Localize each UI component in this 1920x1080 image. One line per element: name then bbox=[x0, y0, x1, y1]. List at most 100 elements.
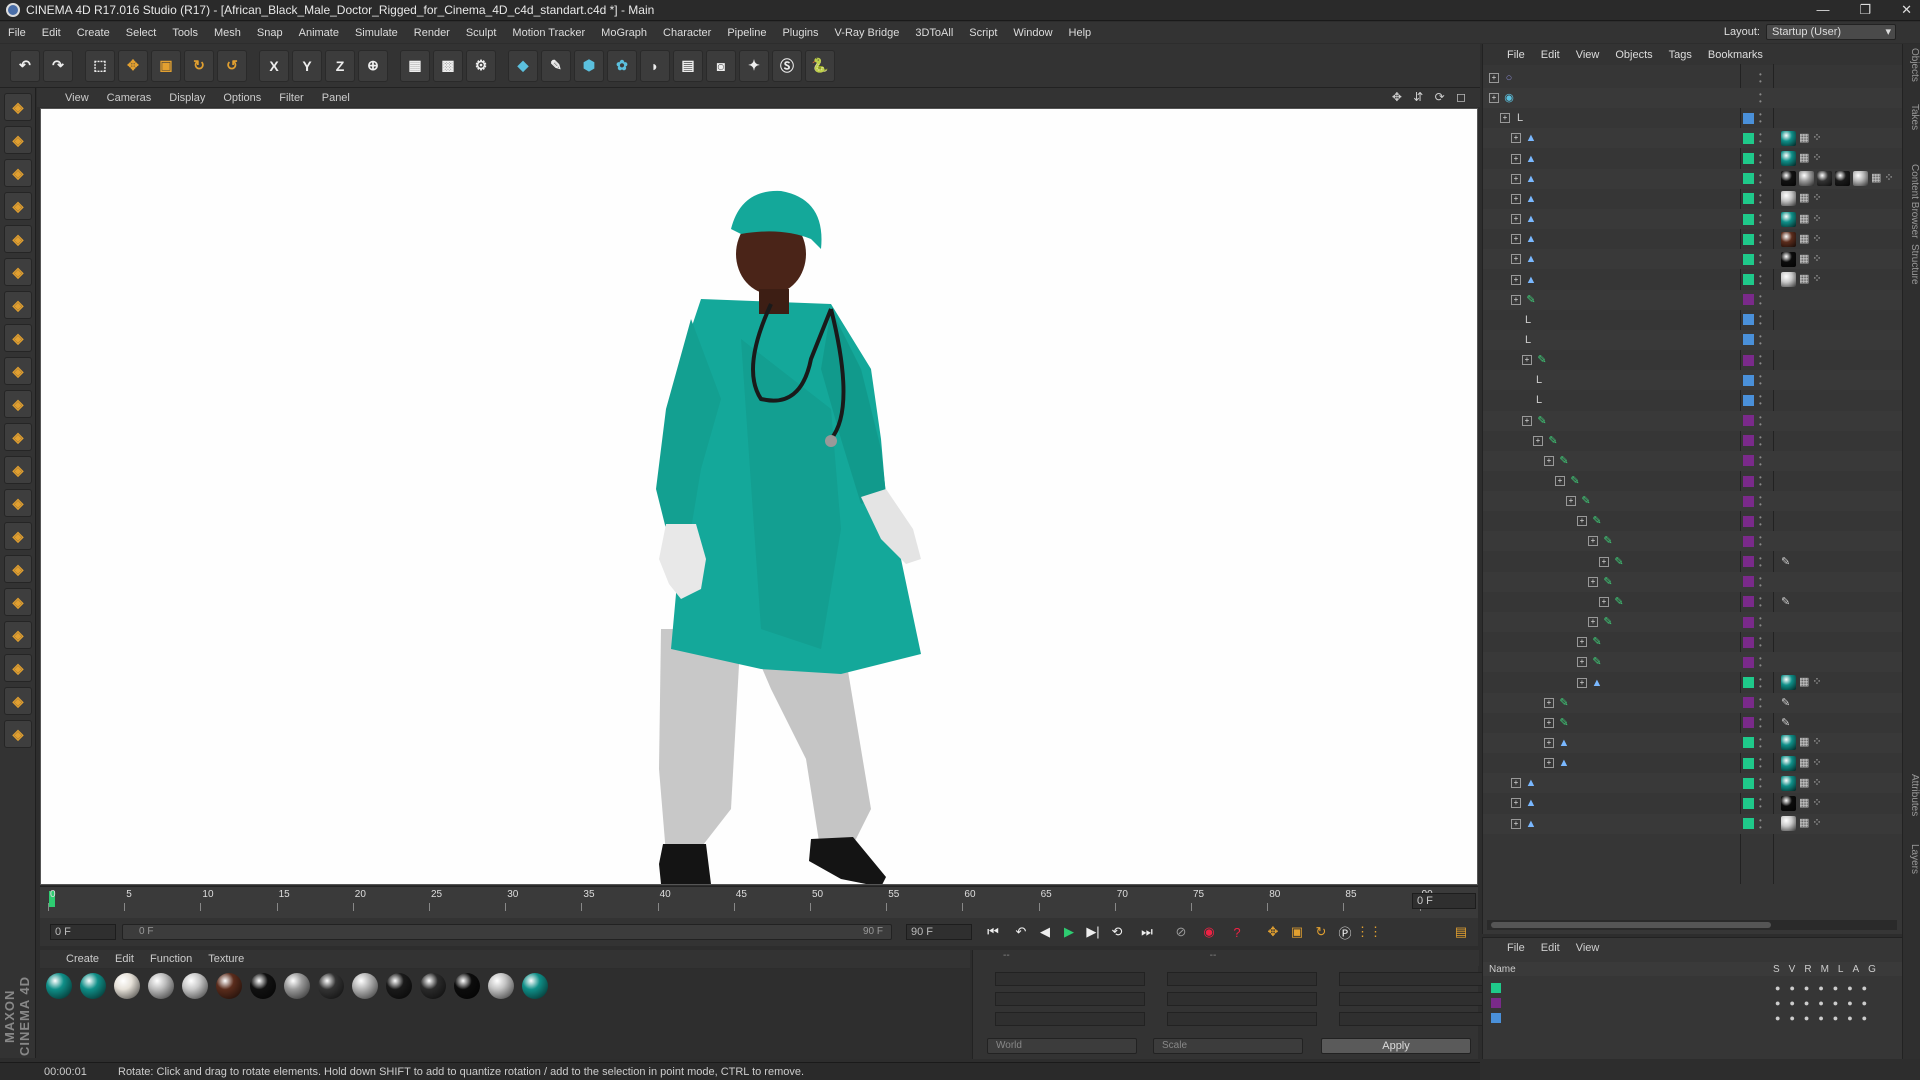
menu-item-edit[interactable]: Edit bbox=[34, 27, 69, 39]
material-swatch[interactable] bbox=[76, 973, 110, 1059]
layer-color-swatch[interactable] bbox=[1743, 354, 1754, 366]
key-rotation-icon[interactable]: ↻ bbox=[1310, 922, 1332, 942]
object-row[interactable]: + ✎ • • bbox=[1483, 350, 1903, 370]
object-row[interactable]: + ○ • • bbox=[1483, 68, 1903, 88]
range-slider[interactable]: 0 F 90 F bbox=[122, 924, 892, 940]
expand-toggle-icon[interactable]: + bbox=[1511, 153, 1521, 164]
animation-icon[interactable]: ● bbox=[1847, 983, 1852, 993]
animation-icon[interactable]: ● bbox=[1847, 1013, 1852, 1023]
object-row[interactable]: L • • bbox=[1483, 310, 1903, 330]
menu-item-mograph[interactable]: MoGraph bbox=[593, 27, 655, 39]
layer-color-swatch[interactable] bbox=[1491, 997, 1501, 1008]
expand-toggle-icon[interactable]: + bbox=[1511, 234, 1521, 245]
visibility-dots-icon[interactable]: • • bbox=[1759, 393, 1765, 408]
coord-mode-dropdown[interactable]: World bbox=[987, 1038, 1137, 1054]
visibility-dots-icon[interactable]: • • bbox=[1759, 776, 1765, 791]
undo-icon[interactable]: ↶ bbox=[10, 49, 40, 82]
goto-end-icon[interactable]: ⏭ bbox=[1136, 922, 1158, 942]
polygons-mode-icon[interactable]: ◈ bbox=[4, 291, 32, 319]
expand-toggle-icon[interactable]: + bbox=[1489, 93, 1499, 104]
material-swatch[interactable] bbox=[280, 973, 314, 1059]
object-row[interactable]: + ▲ • • ▦ ⁘ bbox=[1483, 189, 1903, 209]
brush-icon[interactable]: ◈ bbox=[4, 489, 32, 517]
layer-color-swatch[interactable] bbox=[1743, 717, 1754, 729]
material-tag-icon[interactable] bbox=[1781, 775, 1796, 791]
camera-icon[interactable]: ◙ bbox=[706, 49, 736, 82]
model-mode-icon[interactable]: ◈ bbox=[4, 126, 32, 154]
rotate-icon[interactable]: ↻ bbox=[184, 49, 214, 82]
object-row[interactable]: + ▲ • • ▦ ⁘ bbox=[1483, 249, 1903, 270]
material-swatch[interactable] bbox=[178, 973, 212, 1059]
expand-toggle-icon[interactable]: + bbox=[1511, 133, 1521, 144]
viewport[interactable] bbox=[40, 108, 1478, 885]
object-menu-tags[interactable]: Tags bbox=[1669, 49, 1692, 61]
menu-item-snap[interactable]: Snap bbox=[249, 27, 291, 39]
solo-icon[interactable]: ● bbox=[1775, 998, 1780, 1008]
object-menu-file[interactable]: File bbox=[1507, 49, 1525, 61]
object-menu-objects[interactable]: Objects bbox=[1615, 49, 1652, 61]
object-row[interactable]: + ✎ • • ✎ bbox=[1483, 713, 1903, 733]
move-icon[interactable]: ✥ bbox=[118, 49, 148, 82]
layer-color-swatch[interactable] bbox=[1743, 797, 1754, 809]
max-frame-field[interactable]: 90 F bbox=[906, 924, 972, 940]
expand-toggle-icon[interactable]: + bbox=[1511, 254, 1521, 265]
weight-tag-icon[interactable]: ⁘ bbox=[1812, 151, 1821, 166]
coord-rotation-field[interactable] bbox=[1339, 992, 1489, 1006]
material-tag-icon[interactable] bbox=[1835, 171, 1850, 187]
layer-color-swatch[interactable] bbox=[1743, 294, 1754, 306]
material-menu-function[interactable]: Function bbox=[150, 953, 192, 965]
object-menu-edit[interactable]: Edit bbox=[1541, 49, 1560, 61]
visibility-dots-icon[interactable]: • • bbox=[1759, 91, 1765, 106]
material-tag-icon[interactable] bbox=[1781, 151, 1796, 167]
viewport-menu-options[interactable]: Options bbox=[223, 92, 261, 104]
lock-icon[interactable]: ● bbox=[1833, 1013, 1838, 1023]
object-row[interactable]: + ✎ • • bbox=[1483, 531, 1903, 552]
autokey-icon[interactable]: ? bbox=[1226, 922, 1248, 942]
object-menu-bookmarks[interactable]: Bookmarks bbox=[1708, 49, 1763, 61]
material-swatch[interactable] bbox=[348, 973, 382, 1059]
timeline-frame-display[interactable]: 0 F bbox=[1412, 893, 1476, 909]
weight-tag-icon[interactable]: ⁘ bbox=[1812, 252, 1821, 267]
layer-color-swatch[interactable] bbox=[1743, 495, 1754, 507]
uvw-tag-icon[interactable]: ▦ bbox=[1799, 756, 1809, 771]
layer-color-swatch[interactable] bbox=[1491, 982, 1501, 993]
visibility-dots-icon[interactable]: • • bbox=[1759, 272, 1765, 287]
menu-item-plugins[interactable]: Plugins bbox=[774, 27, 826, 39]
object-row[interactable]: L • • bbox=[1483, 370, 1903, 391]
coord-size-field[interactable] bbox=[1167, 1012, 1317, 1026]
move-tool-icon[interactable]: ◈ bbox=[4, 522, 32, 550]
prev-frame-icon[interactable]: ◀ bbox=[1034, 922, 1056, 942]
side-tab-layers[interactable]: Layers bbox=[1904, 844, 1920, 874]
material-swatch[interactable] bbox=[484, 973, 518, 1059]
goto-start-icon[interactable]: ⏮ bbox=[982, 922, 1004, 942]
expand-toggle-icon[interactable]: + bbox=[1566, 496, 1576, 507]
menu-item-file[interactable]: File bbox=[0, 27, 34, 39]
uvw-tag-icon[interactable]: ▦ bbox=[1799, 272, 1809, 287]
material-menu-edit[interactable]: Edit bbox=[115, 953, 134, 965]
expand-toggle-icon[interactable]: + bbox=[1489, 73, 1499, 83]
object-row[interactable]: + ✎ • • bbox=[1483, 612, 1903, 633]
visibility-dots-icon[interactable]: • • bbox=[1759, 151, 1765, 166]
viewport-menu-cameras[interactable]: Cameras bbox=[107, 92, 152, 104]
ik-tag-icon[interactable]: ✎ bbox=[1781, 555, 1790, 568]
material-swatch[interactable] bbox=[518, 973, 552, 1059]
visibility-dots-icon[interactable]: • • bbox=[1759, 292, 1765, 307]
visibility-dots-icon[interactable]: • • bbox=[1759, 796, 1765, 811]
visibility-dots-icon[interactable]: • • bbox=[1759, 191, 1765, 206]
menu-item-animate[interactable]: Animate bbox=[291, 27, 347, 39]
x-axis-icon[interactable]: X bbox=[259, 49, 289, 82]
sculpt-icon[interactable]: ◈ bbox=[4, 588, 32, 616]
visibility-dots-icon[interactable]: • • bbox=[1759, 594, 1765, 609]
side-tab-structure[interactable]: Structure bbox=[1904, 244, 1920, 285]
weight-tag-icon[interactable]: ⁘ bbox=[1812, 735, 1821, 750]
layer-color-swatch[interactable] bbox=[1743, 737, 1754, 749]
python-icon[interactable]: ◈ bbox=[4, 720, 32, 748]
minimize-icon[interactable]: — bbox=[1816, 2, 1829, 18]
visibility-dots-icon[interactable]: • • bbox=[1759, 373, 1765, 388]
visibility-dots-icon[interactable]: • • bbox=[1759, 655, 1765, 670]
viewport-menu-filter[interactable]: Filter bbox=[279, 92, 303, 104]
visibility-dots-icon[interactable]: • • bbox=[1759, 514, 1765, 529]
expand-toggle-icon[interactable]: + bbox=[1544, 455, 1554, 466]
render-picture-viewer-icon[interactable]: ▩ bbox=[433, 49, 463, 82]
workplane-mode-icon[interactable]: ◈ bbox=[4, 192, 32, 220]
